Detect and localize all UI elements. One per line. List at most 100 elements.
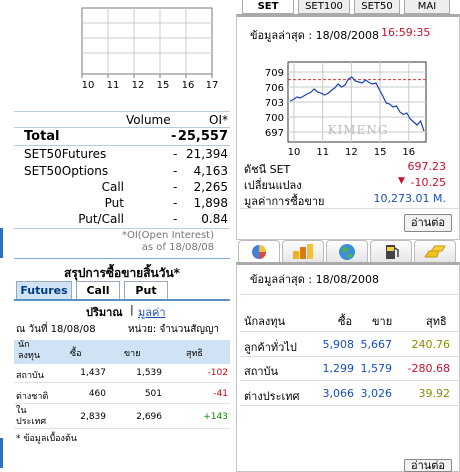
investor-row-sell: 1,579 (360, 362, 393, 375)
tab-gold[interactable] (414, 240, 456, 262)
tab-underline (14, 299, 230, 301)
mini-chart-x-tick: 17 (206, 80, 219, 90)
divider (14, 382, 230, 383)
mode-separator: | (130, 303, 134, 316)
chart-y-tick: 709 (265, 68, 284, 79)
chart-x-tick: 15 (374, 147, 387, 158)
investor-row-net: 39.92 (418, 387, 451, 400)
bars-icon (293, 244, 313, 259)
mini-chart-x-tick: 10 (82, 80, 95, 90)
oi-note: *OI(Open Interest) (121, 230, 214, 241)
row-sell: 2,696 (136, 412, 162, 422)
tab-set50[interactable]: SET50 (354, 0, 400, 14)
set50-options-value: 4,163 (193, 164, 228, 178)
investor-row-buy: 3,066 (322, 387, 355, 400)
divider (14, 111, 230, 112)
left-edge-accent (0, 438, 3, 468)
chart-x-tick: 16 (402, 147, 415, 158)
oi-header: OI* (209, 113, 228, 127)
investor-row-name: ลูกค้าทั่วไป (244, 341, 297, 354)
investor-row-sell: 5,667 (360, 338, 393, 351)
mini-chart-x-tick: 16 (182, 80, 195, 90)
volume-header: Volume (126, 113, 171, 127)
mini-chart-x-tick: 11 (107, 80, 120, 90)
set50-futures-label: SET50Futures (24, 147, 107, 161)
set50-futures-value: 21,394 (186, 147, 228, 161)
divider (14, 258, 230, 259)
divider (240, 294, 458, 295)
read-more-button[interactable]: อ่านต่อ (404, 214, 452, 232)
divider (240, 405, 458, 406)
value-mode-link[interactable]: มูลค่า (138, 303, 166, 321)
call-label: Call (101, 180, 124, 194)
chart-y-tick: 700 (265, 113, 284, 124)
globe-icon (339, 244, 355, 260)
divider (14, 403, 230, 404)
left-edge-accent (0, 228, 3, 258)
investor-col-type: นักลงทุน (244, 315, 286, 328)
tab-futures[interactable]: Futures (16, 281, 72, 299)
col-buy: ซื้อ (70, 349, 82, 359)
summary-date: ณ วันที่ 18/08/08 (16, 324, 96, 335)
set-index-chart: KIMENG 709 706 703 700 697 10 11 12 15 16 (238, 50, 458, 160)
row-net: +143 (203, 412, 228, 422)
tab-investor-type[interactable] (238, 240, 280, 262)
put-label: Put (104, 196, 124, 210)
row-name: ในประเทศ (16, 406, 47, 427)
row-sell: 1,539 (136, 368, 162, 378)
tab-set100[interactable]: SET100 (298, 0, 350, 14)
investor-row-sell: 3,026 (360, 387, 393, 400)
call-value: 2,265 (193, 180, 228, 194)
tab-mai[interactable]: MAI (404, 0, 450, 14)
mini-chart-x-tick: 12 (132, 80, 145, 90)
set-index-value: 697.23 (407, 160, 447, 173)
chart-watermark: KIMENG (328, 123, 389, 137)
investor-row-buy: 5,908 (322, 338, 355, 351)
row-buy: 460 (88, 389, 106, 399)
divider (14, 428, 230, 429)
tab-put[interactable]: Put (124, 281, 168, 299)
row-name: สถาบัน (16, 371, 44, 381)
latest-update-label: ข้อมูลล่าสุด : 18/08/2008 (250, 29, 379, 42)
gas-pump-icon (386, 245, 399, 259)
summary-unit: หน่วย: จำนวนสัญญา (128, 324, 219, 335)
divider (240, 380, 458, 381)
gold-bars-icon (424, 245, 446, 258)
row-net: -41 (213, 389, 228, 399)
pie-chart-icon (252, 245, 266, 259)
row-net: -102 (207, 368, 228, 378)
col-investor: นักลงทุน (18, 340, 40, 361)
turnover-value: 10,273.01 M. (373, 192, 446, 205)
investor-col-net: สุทธิ (426, 315, 447, 328)
mini-chart: 10 11 12 15 16 17 (81, 7, 219, 90)
tab-sector[interactable] (282, 240, 324, 262)
investor-col-sell: ขาย (372, 315, 393, 328)
chart-y-tick: 703 (265, 98, 284, 109)
investor-row-name: สถาบัน (244, 365, 279, 378)
put-call-value: 0.84 (201, 212, 228, 226)
change-value: -10.25 (410, 176, 446, 189)
tab-call[interactable]: Call (76, 281, 120, 299)
investor-row-net: -280.68 (407, 362, 450, 375)
chart-x-tick: 12 (345, 147, 358, 158)
set50-options-label: SET50Options (24, 164, 109, 178)
divider (14, 127, 230, 128)
row-buy: 2,839 (80, 412, 106, 422)
put-call-label: Put/Call (78, 212, 124, 226)
investor-read-more-button[interactable]: อ่านต่อ (404, 459, 452, 472)
chart-x-tick: 11 (316, 147, 329, 158)
divider (14, 145, 230, 146)
summary-footnote: * ข้อมูลเบื้องต้น (16, 434, 77, 444)
tab-oil[interactable] (370, 240, 412, 262)
investor-row-name: ต่างประเทศ (244, 390, 300, 403)
col-sell: ขาย (124, 349, 141, 359)
divider (240, 331, 458, 332)
investor-latest-label: ข้อมูลล่าสุด : 18/08/2008 (250, 273, 379, 286)
chart-x-tick: 10 (288, 147, 301, 158)
investor-row-buy: 1,299 (322, 362, 355, 375)
row-buy: 1,437 (80, 368, 106, 378)
divider (240, 208, 458, 209)
chart-y-tick: 706 (265, 83, 284, 94)
tab-set[interactable]: SET (242, 0, 294, 14)
tab-world[interactable] (326, 240, 368, 262)
